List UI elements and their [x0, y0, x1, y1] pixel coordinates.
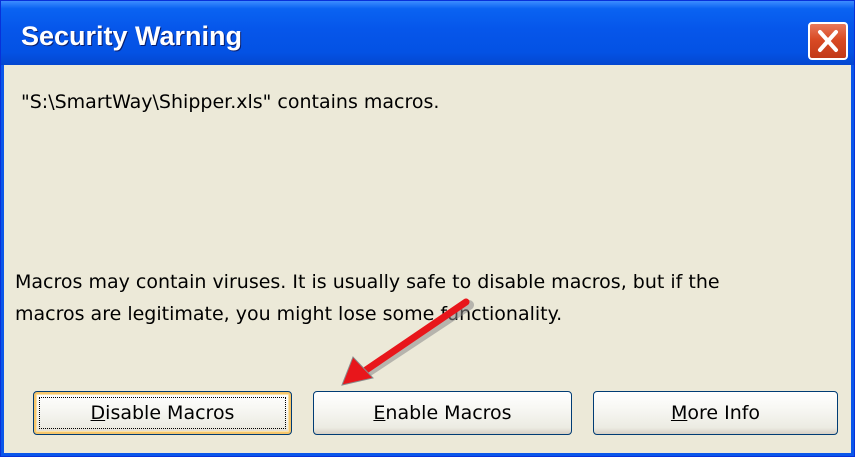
close-icon	[818, 30, 838, 52]
enable-macros-label: nable Macros	[385, 402, 512, 424]
file-notice: "S:\SmartWay\Shipper.xls" contains macro…	[21, 91, 440, 113]
enable-macros-mnemonic: E	[373, 402, 386, 424]
dialog-title: Security Warning	[21, 21, 243, 51]
close-button[interactable]	[808, 22, 848, 60]
more-info-label: ore Info	[687, 402, 761, 424]
more-info-mnemonic: M	[670, 402, 688, 424]
security-warning-dialog: Security Warning "S:\SmartWay\Shipper.xl…	[0, 0, 855, 457]
enable-macros-button[interactable]: Enable Macros	[313, 391, 572, 435]
warning-text-line-1: Macros may contain viruses. It is usuall…	[15, 271, 720, 293]
focus-rectangle	[39, 397, 286, 429]
dialog-body: "S:\SmartWay\Shipper.xls" contains macro…	[4, 65, 851, 453]
warning-text-line-2: macros are legitimate, you might lose so…	[15, 303, 563, 325]
more-info-button[interactable]: More Info	[593, 391, 838, 435]
title-bar[interactable]: Security Warning	[1, 1, 854, 65]
disable-macros-button[interactable]: Disable Macros	[33, 391, 292, 435]
